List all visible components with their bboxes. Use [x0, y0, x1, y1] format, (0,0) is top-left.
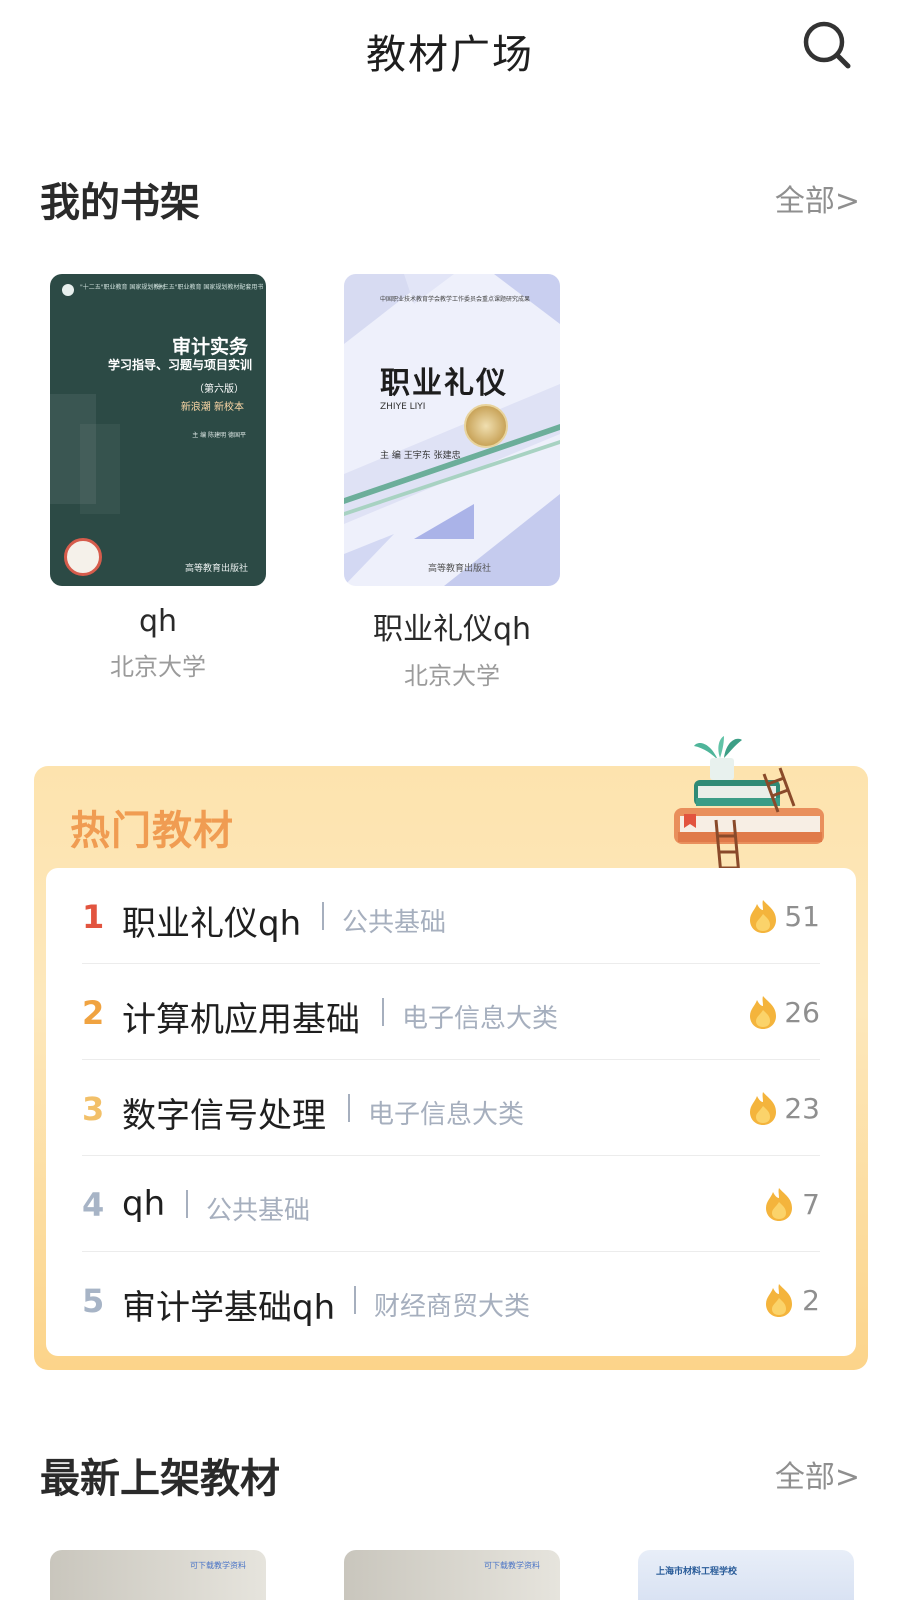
hot-list-item-3[interactable]: 3 数字信号处理 电子信息大类 23 — [82, 1060, 820, 1156]
latest-book-cover-3[interactable]: 上海市材料工程学校 — [638, 1550, 854, 1600]
cover-label: 可下载教学资料 — [484, 1561, 540, 1570]
cover-editors: 主 编 陈建明 德国平 — [192, 432, 246, 439]
latest-book-cover-1[interactable]: 可下载教学资料 — [50, 1550, 266, 1600]
flame-icon — [766, 1284, 792, 1317]
book-name: qh — [138, 604, 178, 639]
top-bar: 教材广场 — [0, 0, 900, 100]
divider — [354, 1286, 356, 1314]
flame-icon — [750, 900, 776, 933]
bookshelf-book-2[interactable]: 中国职业技术教育学会教学工作委员会重点课题研究成果 职业礼仪 ZHIYE LIY… — [344, 274, 560, 691]
search-icon[interactable] — [800, 18, 854, 72]
cover-title: 审计实务 — [171, 336, 248, 358]
divider — [348, 1094, 350, 1122]
hot-item-category: 公共基础 — [342, 908, 447, 938]
cover-pinyin: ZHIYE LIYI — [380, 402, 426, 412]
latest-header: 最新上架教材 全部> — [40, 1446, 860, 1506]
divider — [382, 998, 384, 1026]
book-school: 北京大学 — [110, 653, 206, 681]
hot-item-category: 电子信息大类 — [368, 1100, 525, 1130]
hot-item-count: 2 — [802, 1284, 820, 1317]
hot-list-item-1[interactable]: 1 职业礼仪qh 公共基础 51 — [82, 868, 820, 964]
flame-icon — [750, 996, 776, 1029]
bookshelf-view-all-link[interactable]: 全部> — [775, 176, 860, 220]
cover-authors: 新浪潮 新校本 — [180, 402, 244, 413]
bookshelf-book-1[interactable]: "十二五"职业教育 国家规划教材 "十三五"职业教育 国家规划教材配套用书 审计… — [50, 274, 266, 682]
hot-item-category: 电子信息大类 — [402, 1004, 559, 1034]
cover-label: 可下载教学资料 — [190, 1561, 246, 1570]
hot-textbooks-panel: 热门教材 1 职业礼仪qh 公共基础 51 2 计算机应用基础 电子信息大类 2… — [34, 736, 868, 1370]
flame-icon — [750, 1092, 776, 1125]
hot-item-title: qh — [122, 1184, 166, 1224]
latest-book-cover-2[interactable]: 可下载教学资料 — [344, 1550, 560, 1600]
flame-icon — [766, 1188, 792, 1221]
cover-title: 职业礼仪 — [380, 366, 508, 401]
cover-top-right-text: "十三五"职业教育 国家规划教材配套用书 — [154, 284, 264, 291]
cover-top-left-text: "十二五"职业教育 国家规划教材 — [80, 284, 166, 291]
latest-view-all-link[interactable]: 全部> — [775, 1452, 860, 1496]
page-title: 教材广场 — [366, 32, 534, 78]
rank-number: 2 — [82, 994, 105, 1032]
cover-editors: 主 编 王宇东 张建忠 — [380, 451, 461, 461]
hot-item-title: 职业礼仪qh — [122, 904, 302, 944]
hot-item-count: 26 — [784, 996, 820, 1029]
cover-subtitle: 学习指导、习题与项目实训 — [107, 358, 252, 372]
book-school: 北京大学 — [404, 662, 500, 690]
bookshelf-title: 我的书架 — [40, 180, 200, 226]
hot-textbooks-title: 热门教材 — [70, 808, 234, 854]
hot-item-count: 23 — [784, 1092, 820, 1125]
latest-title: 最新上架教材 — [40, 1456, 280, 1502]
new-form-seal-icon — [64, 538, 102, 576]
new-form-seal-icon — [464, 404, 508, 448]
cover-publisher: 高等教育出版社 — [428, 564, 492, 574]
hot-item-count: 7 — [802, 1188, 820, 1221]
rank-number: 5 — [82, 1282, 105, 1320]
hot-item-title: 数字信号处理 — [122, 1096, 326, 1136]
latest-books-row: 可下载教学资料 可下载教学资料 上海市材料工程学校 — [50, 1550, 854, 1600]
hot-item-category: 财经商贸大类 — [374, 1292, 531, 1322]
cover-edition: （第六版） — [194, 384, 244, 395]
hot-item-title: 计算机应用基础 — [122, 1000, 360, 1040]
book-cover-image[interactable]: "十二五"职业教育 国家规划教材 "十三五"职业教育 国家规划教材配套用书 审计… — [50, 274, 266, 586]
cover-publisher: 高等教育出版社 — [184, 564, 248, 574]
rank-number: 4 — [82, 1186, 105, 1224]
book-cover-image[interactable]: 中国职业技术教育学会教学工作委员会重点课题研究成果 职业礼仪 ZHIYE LIY… — [344, 274, 560, 586]
hot-list-item-2[interactable]: 2 计算机应用基础 电子信息大类 26 — [82, 964, 820, 1060]
rank-number: 3 — [82, 1090, 105, 1128]
cover-top-text: 中国职业技术教育学会教学工作委员会重点课题研究成果 — [380, 296, 531, 303]
hot-item-category: 公共基础 — [206, 1196, 311, 1226]
bookshelf-header: 我的书架 全部> — [40, 170, 860, 230]
rank-number: 1 — [82, 898, 105, 936]
divider — [186, 1190, 188, 1218]
book-name: 职业礼仪qh — [372, 612, 532, 647]
divider — [322, 902, 324, 930]
hot-list-item-4[interactable]: 4 qh 公共基础 7 — [82, 1156, 820, 1252]
hot-item-count: 51 — [784, 900, 820, 933]
cover-pattern — [344, 274, 560, 586]
hot-item-title: 审计学基础qh — [122, 1288, 336, 1328]
publisher-logo-icon — [62, 284, 74, 296]
cover-label: 上海市材料工程学校 — [656, 1567, 738, 1577]
hot-textbooks-list: 1 职业礼仪qh 公共基础 51 2 计算机应用基础 电子信息大类 26 3 数… — [46, 868, 856, 1356]
hot-list-item-5[interactable]: 5 审计学基础qh 财经商贸大类 2 — [82, 1252, 820, 1348]
